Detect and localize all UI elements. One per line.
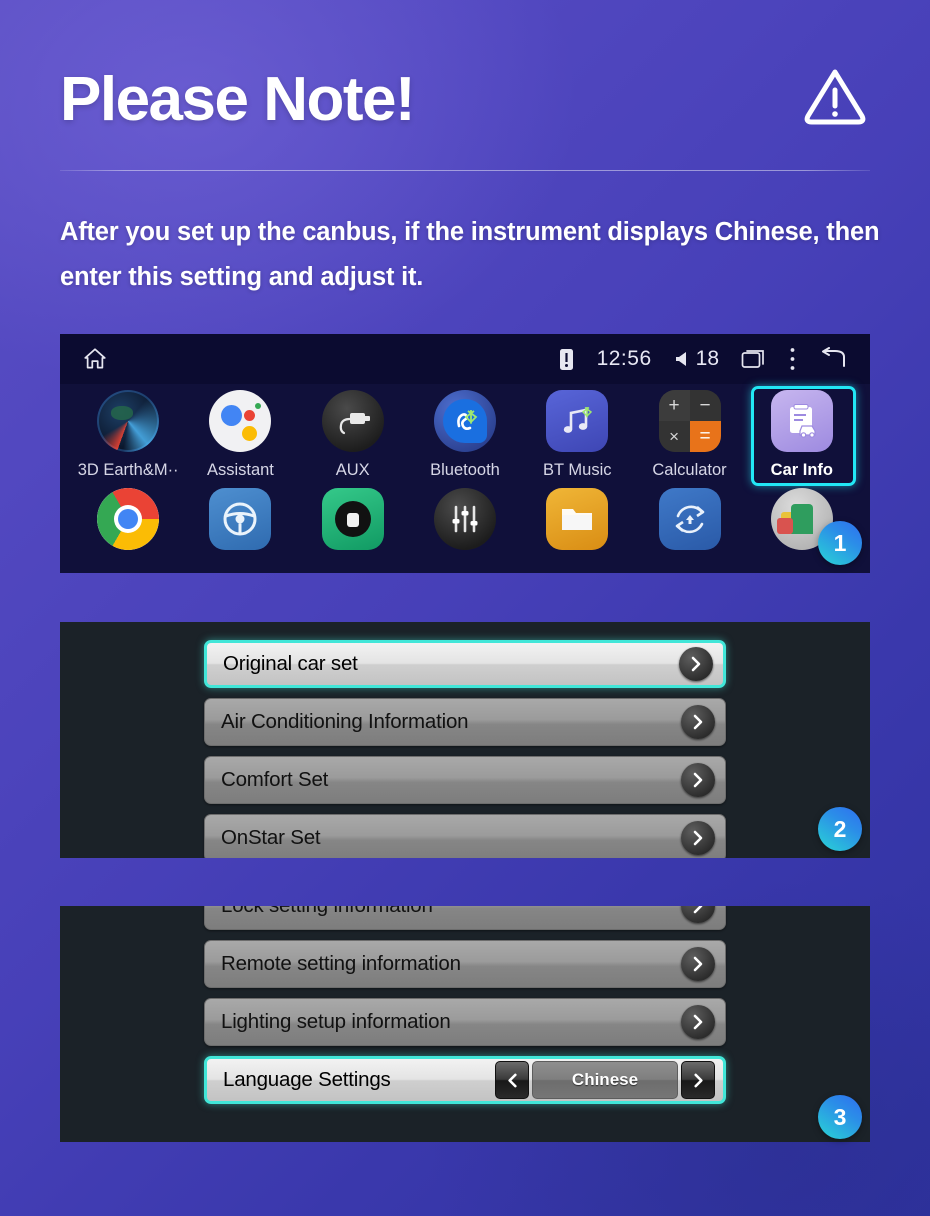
menu-row-lock-setting[interactable]: Lock setting information bbox=[204, 906, 726, 930]
app-3d-earth[interactable]: 3D Earth&M·· bbox=[72, 390, 184, 480]
row-label: OnStar Set bbox=[221, 826, 321, 849]
bluetooth-phone-icon bbox=[433, 390, 496, 452]
camera-icon bbox=[321, 488, 384, 550]
language-row-list: Lock setting information Remote setting … bbox=[60, 906, 870, 1104]
row-label: Lock setting information bbox=[221, 906, 433, 918]
warning-triangle-icon bbox=[804, 69, 866, 125]
app-chrome[interactable] bbox=[72, 488, 184, 550]
app-label: 3D Earth&M·· bbox=[77, 461, 179, 479]
app-car-info[interactable]: Car Info bbox=[746, 386, 858, 486]
row-label: Remote setting information bbox=[221, 952, 461, 975]
status-time: 12:56 bbox=[596, 347, 652, 370]
android-status-bar: 12:56 18 bbox=[60, 334, 870, 384]
app-row-secondary bbox=[60, 480, 870, 550]
overflow-menu-icon[interactable] bbox=[789, 347, 796, 371]
row-label: Comfort Set bbox=[221, 768, 329, 791]
recents-icon[interactable] bbox=[741, 348, 767, 370]
earth-icon bbox=[97, 390, 160, 452]
chrome-icon bbox=[97, 488, 160, 550]
app-camera[interactable] bbox=[297, 488, 409, 550]
language-value[interactable]: Chinese bbox=[532, 1061, 678, 1099]
volume-icon bbox=[675, 352, 686, 366]
row-label: Lighting setup information bbox=[221, 1010, 451, 1033]
menu-row-comfort-set[interactable]: Comfort Set bbox=[204, 756, 726, 804]
header-divider bbox=[60, 170, 870, 171]
row-label: Air Conditioning Information bbox=[221, 710, 469, 733]
chevron-right-icon[interactable] bbox=[679, 647, 713, 681]
calculator-icon: + − × = bbox=[658, 390, 721, 452]
menu-row-onstar-set[interactable]: OnStar Set bbox=[204, 814, 726, 858]
app-sync-update[interactable] bbox=[633, 488, 745, 550]
step-badge-2: 2 bbox=[818, 807, 862, 851]
launcher-screenshot-panel: 12:56 18 3D Earth&M·· Assistant AUX Blue… bbox=[60, 334, 870, 573]
volume-indicator: 18 bbox=[674, 347, 719, 371]
language-stepper: Chinese bbox=[495, 1061, 715, 1099]
menu-row-list: Original car set Air Conditioning Inform… bbox=[60, 622, 870, 858]
intro-text: After you set up the canbus, if the inst… bbox=[60, 218, 880, 291]
chevron-right-icon[interactable] bbox=[681, 821, 715, 855]
app-assistant[interactable]: Assistant bbox=[184, 390, 296, 480]
app-calculator[interactable]: + − × = Calculator bbox=[633, 390, 745, 480]
app-row-primary: 3D Earth&M·· Assistant AUX Bluetooth BT … bbox=[60, 384, 870, 486]
bt-music-icon bbox=[546, 390, 609, 452]
page-header: Please Note! bbox=[60, 52, 870, 148]
chevron-left-icon[interactable] bbox=[495, 1061, 529, 1099]
chevron-right-icon[interactable] bbox=[681, 1005, 715, 1039]
volume-level: 18 bbox=[695, 347, 719, 370]
assistant-icon bbox=[209, 390, 272, 452]
equalizer-icon bbox=[433, 488, 496, 550]
home-icon[interactable] bbox=[82, 346, 108, 372]
sync-update-icon bbox=[658, 488, 721, 550]
car-menu-panel: Original car set Air Conditioning Inform… bbox=[60, 622, 870, 858]
app-steering[interactable] bbox=[184, 488, 296, 550]
row-label: Original car set bbox=[223, 652, 358, 675]
menu-row-original-car-set[interactable]: Original car set bbox=[204, 640, 726, 688]
page-title: Please Note! bbox=[60, 65, 416, 134]
app-equalizer[interactable] bbox=[409, 488, 521, 550]
car-info-icon bbox=[770, 390, 833, 452]
app-file-manager[interactable] bbox=[521, 488, 633, 550]
app-label: Calculator bbox=[652, 461, 727, 479]
step-badge-3: 3 bbox=[818, 1095, 862, 1139]
alert-badge-icon bbox=[559, 348, 573, 370]
app-label: Assistant bbox=[206, 461, 274, 479]
row-label: Language Settings bbox=[223, 1068, 391, 1091]
chevron-right-icon[interactable] bbox=[681, 906, 715, 923]
file-manager-icon bbox=[546, 488, 609, 550]
menu-row-air-conditioning[interactable]: Air Conditioning Information bbox=[204, 698, 726, 746]
step-badge-1: 1 bbox=[818, 521, 862, 565]
chevron-right-icon[interactable] bbox=[681, 947, 715, 981]
aux-icon bbox=[321, 390, 384, 452]
app-label: AUX bbox=[335, 461, 370, 479]
menu-row-language-settings[interactable]: Language Settings Chinese bbox=[204, 1056, 726, 1104]
app-label: Bluetooth bbox=[430, 461, 500, 479]
app-aux[interactable]: AUX bbox=[297, 390, 409, 480]
back-arrow-icon[interactable] bbox=[818, 347, 848, 371]
app-bt-music[interactable]: BT Music bbox=[521, 390, 633, 480]
steering-wheel-icon bbox=[209, 488, 272, 550]
language-settings-panel: Lock setting information Remote setting … bbox=[60, 906, 870, 1142]
chevron-right-icon[interactable] bbox=[681, 1061, 715, 1099]
chevron-right-icon[interactable] bbox=[681, 705, 715, 739]
app-bluetooth[interactable]: Bluetooth bbox=[409, 390, 521, 480]
app-label: BT Music bbox=[543, 461, 612, 479]
menu-row-lighting-setup[interactable]: Lighting setup information bbox=[204, 998, 726, 1046]
chevron-right-icon[interactable] bbox=[681, 763, 715, 797]
menu-row-remote-setting[interactable]: Remote setting information bbox=[204, 940, 726, 988]
